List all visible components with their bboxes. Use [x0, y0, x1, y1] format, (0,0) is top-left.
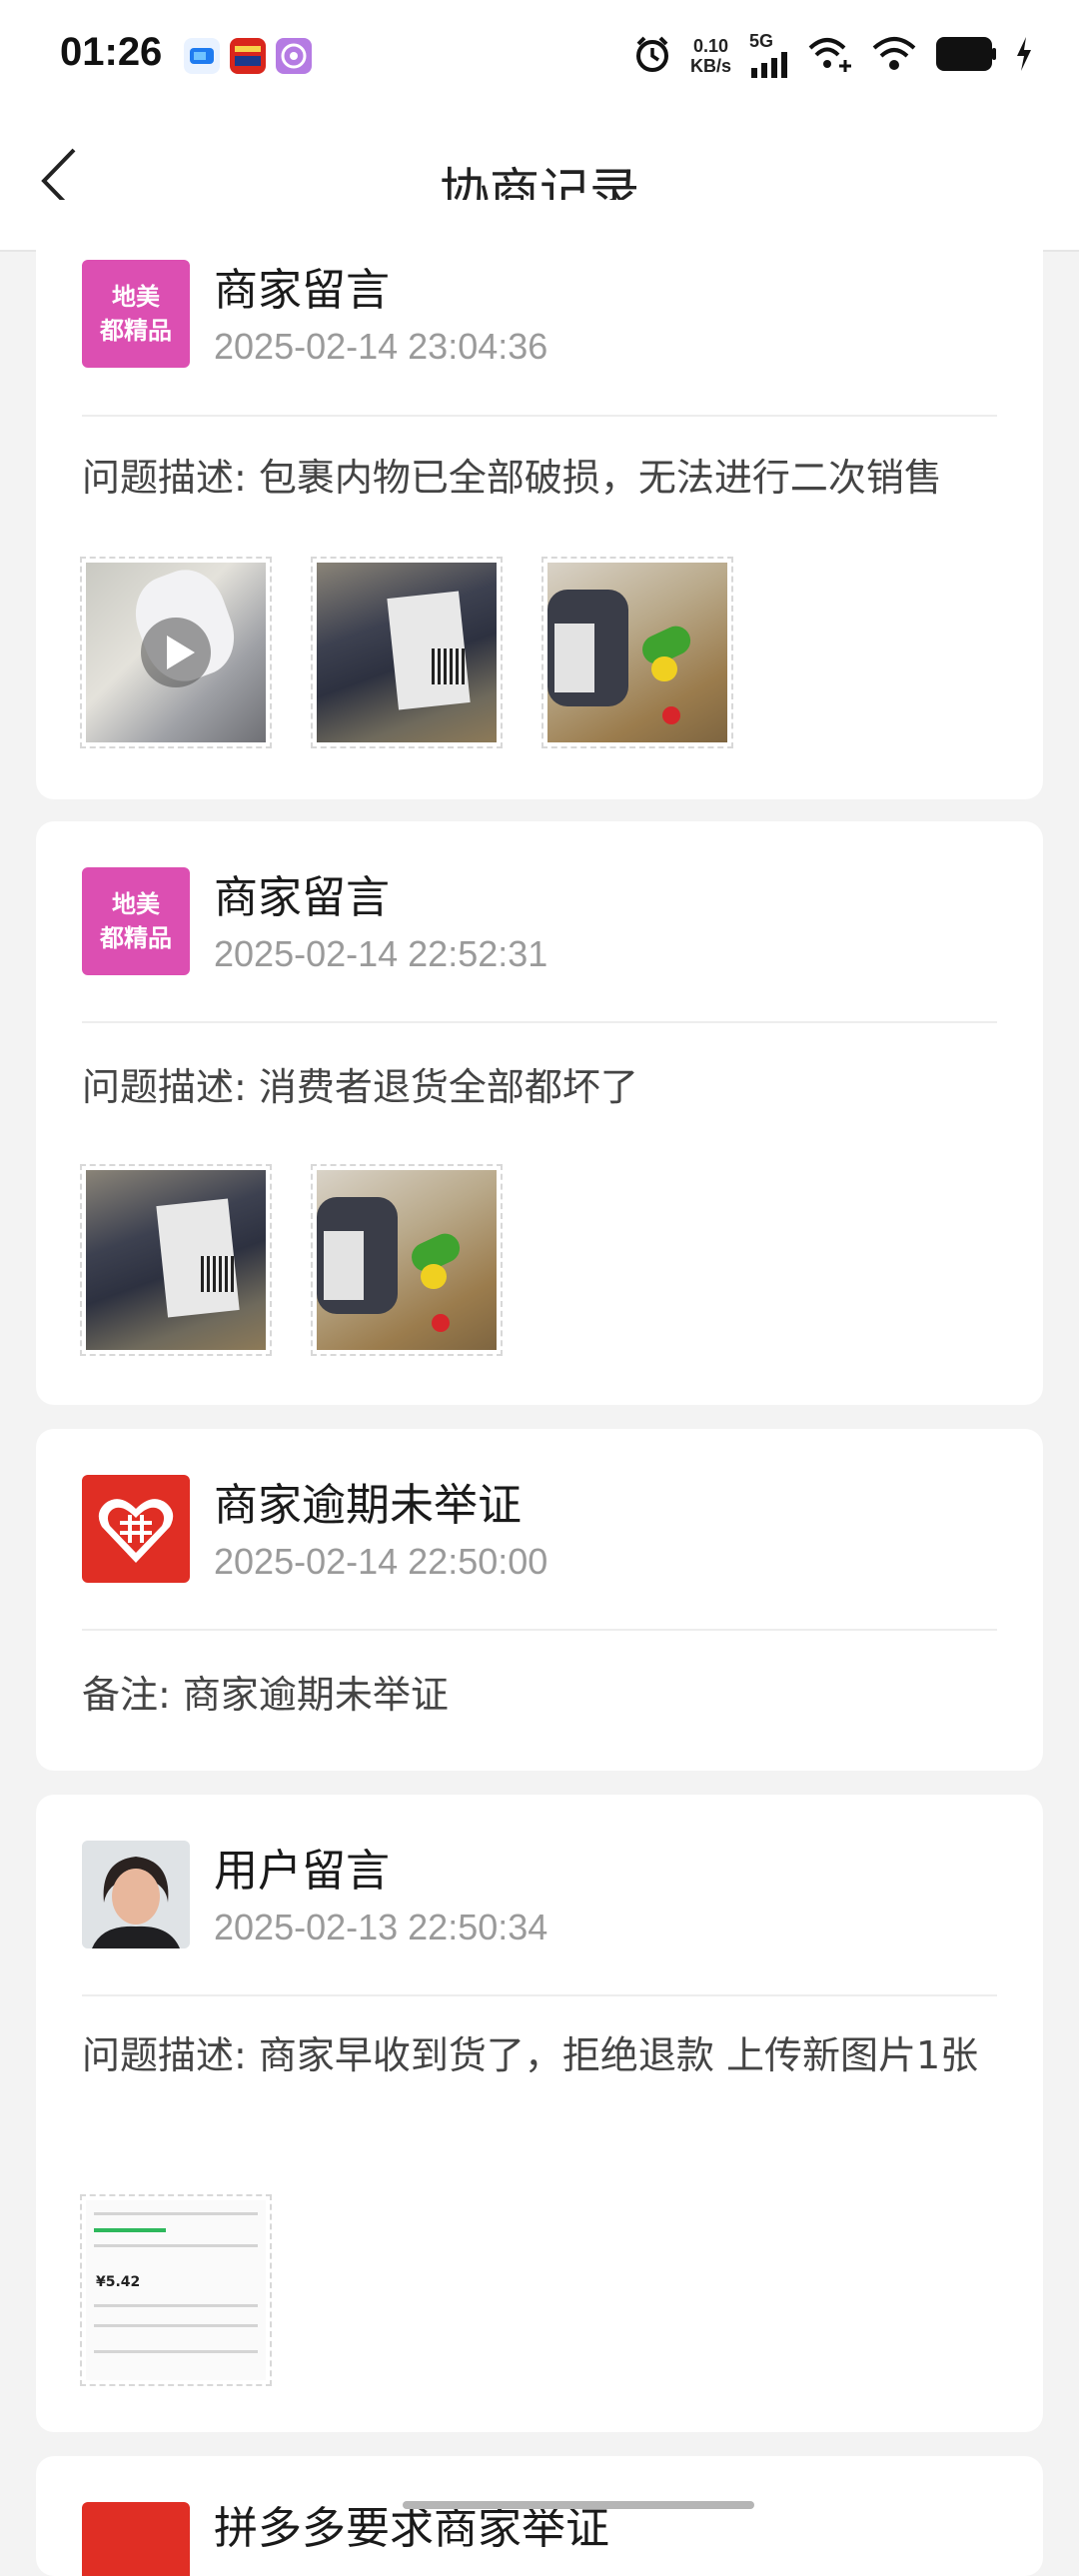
divider: [82, 415, 997, 417]
screenshot-price: ¥5.42: [96, 2274, 141, 2290]
record-description: 问题描述: 消费者退货全部都坏了: [82, 1065, 638, 1109]
status-bar: 01:26 0.10 KB/s 5G: [0, 0, 1079, 112]
signal-icon: [749, 51, 789, 82]
network-speed-unit: KB/s: [689, 56, 731, 76]
merchant-avatar-line2: 都精品: [100, 924, 172, 952]
battery-icon: [935, 36, 997, 76]
cloud-app-icon: [184, 38, 220, 74]
attachment-image-thumbnail[interactable]: [541, 557, 733, 748]
wifi-plus-icon: [807, 34, 853, 78]
network-type-label: 5G: [749, 30, 774, 51]
status-icons: 0.10 KB/s 5G: [632, 30, 1033, 82]
record-title: 用户留言: [214, 1846, 390, 1897]
record-card: 用户留言 2025-02-13 22:50:34 问题描述: 商家早收到货了，拒…: [36, 1795, 1043, 2432]
record-time: 2025-02-14 23:04:36: [214, 326, 548, 367]
divider: [82, 1021, 997, 1023]
record-card: 地美 都精品 商家留言 2025-02-14 22:52:31 问题描述: 消费…: [36, 821, 1043, 1405]
record-title: 商家留言: [214, 872, 390, 923]
merchant-avatar-line2: 都精品: [100, 317, 172, 345]
record-description: 问题描述: 商家早收到货了，拒绝退款 上传新图片1张: [82, 2033, 979, 2077]
record-description: 问题描述: 包裹内物已全部破损，无法进行二次销售: [82, 456, 942, 500]
record-time: 2025-02-14 22:50:00: [214, 1541, 548, 1582]
record-title: 商家留言: [214, 265, 390, 316]
record-card: 商家逾期未举证 2025-02-14 22:50:00 备注: 商家逾期未举证: [36, 1429, 1043, 1771]
pinduoduo-logo-icon: [82, 1475, 190, 1583]
network-speed: 0.10 KB/s: [690, 36, 731, 76]
record-time: 2025-02-13 22:50:34: [214, 1907, 548, 1947]
wifi-icon: [871, 34, 917, 78]
home-indicator[interactable]: [403, 2501, 754, 2509]
record-title: 商家逾期未举证: [214, 1480, 522, 1531]
record-card: 拼多多要求商家举证: [36, 2456, 1043, 2576]
record-card: 地美 都精品 商家留言 2025-02-14 23:04:36 问题描述: 包裹…: [36, 200, 1043, 799]
merchant-avatar: 地美 都精品: [82, 867, 190, 975]
alarm-icon: [632, 34, 672, 78]
attachment-image-thumbnail[interactable]: [311, 557, 503, 748]
news-app-icon: [230, 38, 266, 74]
merchant-avatar-line1: 地美: [112, 890, 160, 918]
pinduoduo-logo-icon: [82, 2502, 190, 2576]
attachment-image-thumbnail[interactable]: [80, 1164, 272, 1356]
status-time: 01:26: [60, 30, 163, 74]
record-time: 2025-02-14 22:52:31: [214, 933, 548, 974]
merchant-avatar-line1: 地美: [112, 283, 160, 311]
attachment-video-thumbnail[interactable]: [80, 557, 272, 748]
divider: [82, 1629, 997, 1631]
charging-icon: [1015, 37, 1033, 75]
play-icon: [141, 618, 211, 687]
record-description: 备注: 商家逾期未举证: [82, 1673, 449, 1717]
user-avatar: [82, 1841, 190, 1948]
merchant-avatar: 地美 都精品: [82, 260, 190, 368]
purple-app-icon: [276, 38, 312, 74]
network-speed-value: 0.10: [692, 36, 729, 56]
attachment-image-thumbnail[interactable]: ¥5.42: [80, 2194, 272, 2386]
attachment-image-thumbnail[interactable]: [311, 1164, 503, 1356]
divider: [82, 1994, 997, 1996]
signal-group: 5G: [749, 31, 789, 82]
